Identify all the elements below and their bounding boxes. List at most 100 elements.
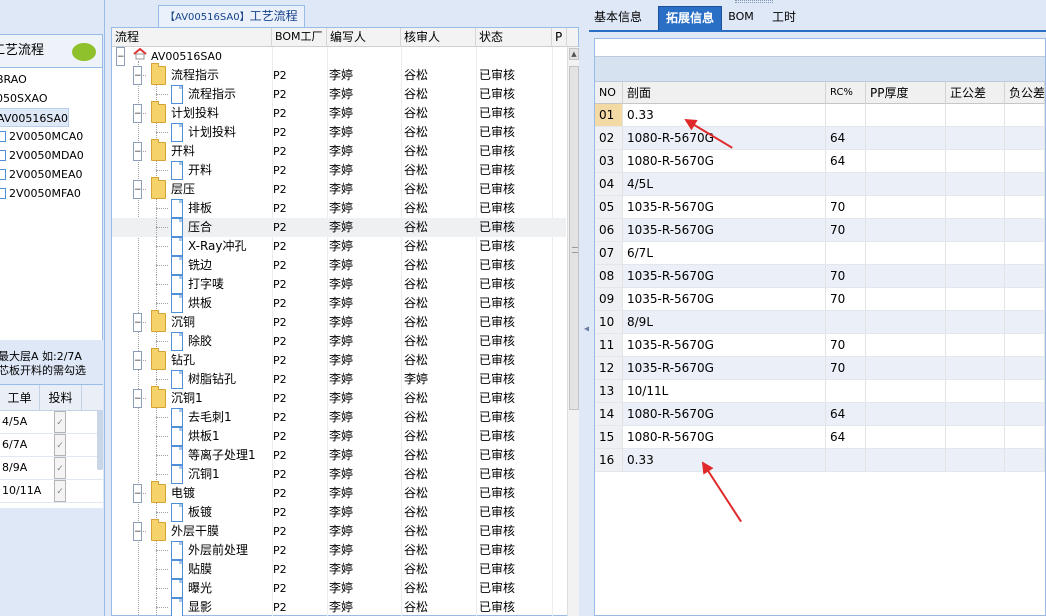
process-step-row[interactable]: 树脂钻孔 P2 李婷 李婷 已审核 [112, 370, 566, 389]
col-header-feed[interactable]: 投料 [40, 385, 82, 411]
stackup-row[interactable]: 11 1035-R-5670G 70 [595, 334, 1045, 357]
col-header-section[interactable]: 剖面 [623, 82, 826, 104]
process-group-row[interactable]: − 钻孔 P2 李婷 谷松 已审核 [112, 348, 566, 370]
feeding-grid-row[interactable]: 6/7A ✓ [0, 434, 103, 457]
collapse-toggle-icon[interactable]: − [133, 104, 142, 123]
feed-checkbox[interactable]: ✓ [54, 480, 66, 502]
collapse-toggle-icon[interactable]: − [133, 66, 142, 85]
collapse-toggle-icon[interactable]: − [133, 142, 142, 161]
col-header-no[interactable]: NO [595, 82, 623, 104]
process-step-row[interactable]: 去毛刺1 P2 李婷 谷松 已审核 [112, 408, 566, 427]
process-group-row[interactable]: − 流程指示 P2 李婷 谷松 已审核 [112, 63, 566, 85]
process-step-row[interactable]: 板镀 P2 李婷 谷松 已审核 [112, 503, 566, 522]
stackup-row[interactable]: 02 1080-R-5670G 64 [595, 127, 1045, 150]
document-icon [171, 256, 183, 275]
order-list-item[interactable]: 050SXAO [0, 89, 48, 108]
col-header-reviewer[interactable]: 核审人 [401, 28, 476, 47]
process-step-row[interactable]: 显影 P2 李婷 谷松 已审核 [112, 598, 566, 616]
col-header-plus-tolerance[interactable]: 正公差 [946, 82, 1005, 104]
process-group-row[interactable]: − 电镀 P2 李婷 谷松 已审核 [112, 481, 566, 503]
tab-work-hours[interactable]: 工时 [765, 6, 803, 30]
tree-root-row[interactable]: − AV00516SA0 [112, 47, 566, 66]
order-list-item[interactable]: 2V0050MCA0 [0, 127, 83, 146]
tab-extended-info[interactable]: 拓展信息 [658, 6, 722, 30]
order-list-item[interactable]: 2V0050MFA0 [0, 184, 81, 203]
stackup-row[interactable]: 14 1080-R-5670G 64 [595, 403, 1045, 426]
collapse-arrow-icon[interactable]: ◀ [584, 324, 590, 334]
tree-root-label: AV00516SA0 [151, 50, 223, 63]
process-step-row[interactable]: 压合 P2 李婷 谷松 已审核 [112, 218, 566, 237]
stackup-row[interactable]: 05 1035-R-5670G 70 [595, 196, 1045, 219]
feed-checkbox[interactable]: ✓ [54, 411, 66, 433]
tab-bom[interactable]: BOM [727, 6, 755, 30]
process-step-row[interactable]: 烘板 P2 李婷 谷松 已审核 [112, 294, 566, 313]
process-group-row[interactable]: − 开料 P2 李婷 谷松 已审核 [112, 139, 566, 161]
process-step-row[interactable]: 流程指示 P2 李婷 谷松 已审核 [112, 85, 566, 104]
process-group-row[interactable]: − 沉铜1 P2 李婷 谷松 已审核 [112, 386, 566, 408]
stackup-row[interactable]: 01 0.33 [595, 104, 1045, 127]
process-step-row[interactable]: 烘板1 P2 李婷 谷松 已审核 [112, 427, 566, 446]
stackup-row[interactable]: 04 4/5L [595, 173, 1045, 196]
stackup-row[interactable]: 07 6/7L [595, 242, 1045, 265]
process-group-row[interactable]: − 外层干膜 P2 李婷 谷松 已审核 [112, 519, 566, 541]
stackup-row[interactable]: 12 1035-R-5670G 70 [595, 357, 1045, 380]
col-header-writer[interactable]: 编写人 [327, 28, 401, 47]
top-drag-handle[interactable] [735, 0, 773, 3]
process-group-row[interactable]: − 层压 P2 李婷 谷松 已审核 [112, 177, 566, 199]
process-step-row[interactable]: 除胶 P2 李婷 谷松 已审核 [112, 332, 566, 351]
col-header-minus-tolerance[interactable]: 负公差 [1005, 82, 1045, 104]
process-step-row[interactable]: 计划投料 P2 李婷 谷松 已审核 [112, 123, 566, 142]
col-header-p[interactable]: P [552, 28, 567, 47]
process-group-row[interactable]: − 沉铜 P2 李婷 谷松 已审核 [112, 310, 566, 332]
scroll-up-arrow-icon[interactable]: ▲ [569, 48, 579, 60]
stackup-row[interactable]: 16 0.33 [595, 449, 1045, 472]
collapse-toggle-icon[interactable]: − [133, 313, 142, 332]
stackup-row[interactable]: 10 8/9L [595, 311, 1045, 334]
process-tree-scrollbar[interactable]: ▲ [567, 47, 579, 616]
collapse-toggle-icon[interactable]: − [116, 47, 125, 66]
process-step-row[interactable]: 打字唛 P2 李婷 谷松 已审核 [112, 275, 566, 294]
stackup-row[interactable]: 06 1035-R-5670G 70 [595, 219, 1045, 242]
col-header-flow[interactable]: 流程 [112, 28, 272, 47]
document-icon [0, 169, 6, 180]
stackup-row[interactable]: 09 1035-R-5670G 70 [595, 288, 1045, 311]
collapse-toggle-icon[interactable]: − [133, 522, 142, 541]
order-list-item[interactable]: 2V0050MDA0 [0, 146, 84, 165]
left-grid-scrollbar[interactable] [97, 410, 103, 470]
order-list-item[interactable]: BRAO [0, 70, 27, 89]
collapse-toggle-icon[interactable]: − [133, 484, 142, 503]
col-header-status[interactable]: 状态 [476, 28, 552, 47]
scroll-thumb[interactable] [569, 66, 579, 410]
process-step-row[interactable]: 排板 P2 李婷 谷松 已审核 [112, 199, 566, 218]
col-header-order[interactable]: 工单 [0, 385, 40, 411]
chat-bubble-icon[interactable] [72, 43, 96, 61]
order-list-item[interactable]: 2V0050MEA0 [0, 165, 82, 184]
feed-checkbox[interactable]: ✓ [54, 457, 66, 479]
process-step-row[interactable]: 开料 P2 李婷 谷松 已审核 [112, 161, 566, 180]
process-group-row[interactable]: − 计划投料 P2 李婷 谷松 已审核 [112, 101, 566, 123]
feed-checkbox[interactable]: ✓ [54, 434, 66, 456]
stackup-row[interactable]: 15 1080-R-5670G 64 [595, 426, 1045, 449]
stackup-row[interactable]: 08 1035-R-5670G 70 [595, 265, 1045, 288]
stackup-row[interactable]: 03 1080-R-5670G 64 [595, 150, 1045, 173]
process-step-row[interactable]: 贴膜 P2 李婷 谷松 已审核 [112, 560, 566, 579]
feeding-grid-row[interactable]: 4/5A ✓ [0, 411, 103, 434]
col-header-pp-thickness[interactable]: PP厚度 [866, 82, 946, 104]
process-step-row[interactable]: 曝光 P2 李婷 谷松 已审核 [112, 579, 566, 598]
process-step-row[interactable]: 沉铜1 P2 李婷 谷松 已审核 [112, 465, 566, 484]
order-list-item[interactable]: AV00516SA0 [0, 108, 70, 127]
collapse-toggle-icon[interactable]: − [133, 389, 142, 408]
process-step-row[interactable]: 外层前处理 P2 李婷 谷松 已审核 [112, 541, 566, 560]
feeding-grid: 工单 投料 4/5A ✓ 6/7A ✓ 8/9A ✓ 10/11A ✓ [0, 384, 103, 508]
process-step-row[interactable]: 等离子处理1 P2 李婷 谷松 已审核 [112, 446, 566, 465]
collapse-toggle-icon[interactable]: − [133, 351, 142, 370]
feeding-grid-row[interactable]: 10/11A ✓ [0, 480, 103, 503]
process-step-row[interactable]: 铣边 P2 李婷 谷松 已审核 [112, 256, 566, 275]
feeding-grid-row[interactable]: 8/9A ✓ [0, 457, 103, 480]
process-step-row[interactable]: X-Ray冲孔 P2 李婷 谷松 已审核 [112, 237, 566, 256]
stackup-row[interactable]: 13 10/11L [595, 380, 1045, 403]
collapse-toggle-icon[interactable]: − [133, 180, 142, 199]
tab-basic-info[interactable]: 基本信息 [589, 6, 647, 30]
col-header-bom-factory[interactable]: BOM工厂 [272, 28, 327, 47]
col-header-rc[interactable]: RC% [826, 82, 866, 104]
